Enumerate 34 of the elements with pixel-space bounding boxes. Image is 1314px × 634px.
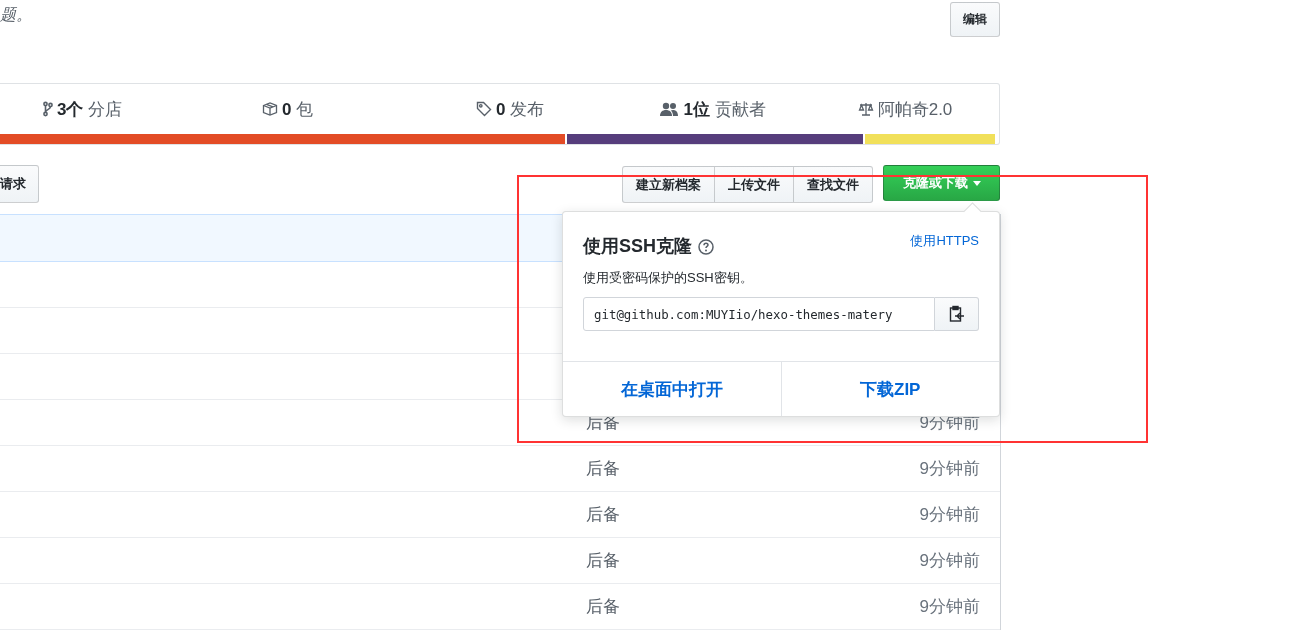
stat-label[interactable]: 0 发布 xyxy=(495,97,545,121)
tag-icon xyxy=(475,101,492,117)
scale-icon xyxy=(857,101,874,117)
popover-action-button[interactable]: 在桌面中打开 xyxy=(563,362,781,416)
edit-button[interactable]: 编辑 xyxy=(950,2,1000,37)
commit-message[interactable]: 后备 xyxy=(586,549,620,572)
package-icon xyxy=(261,101,278,117)
copy-button[interactable] xyxy=(935,297,979,331)
stat-label[interactable]: 阿帕奇2.0 xyxy=(877,97,953,121)
stat-label[interactable]: 0 包 xyxy=(281,97,314,121)
commit-message[interactable]: 后备 xyxy=(586,503,620,526)
file-action-button[interactable]: 查找文件 xyxy=(793,166,873,203)
stat-label[interactable]: 1位 贡献者 xyxy=(683,97,766,121)
popover-description: 使用受密码保护的SSH密钥。 xyxy=(583,269,754,287)
branch-icon xyxy=(42,101,53,117)
commit-message[interactable]: 后备 xyxy=(586,595,620,618)
popover-title: 使用SSH克隆 xyxy=(583,235,692,258)
people-icon xyxy=(659,101,680,117)
file-action-button[interactable]: 上传文件 xyxy=(714,166,794,203)
commit-time: 9分钟前 xyxy=(919,458,980,480)
file-action-button[interactable]: 建立新档案 xyxy=(622,166,715,203)
clone-url-field[interactable]: git@github.com:MUYIio/hexo-themes-matery xyxy=(583,297,935,331)
help-icon[interactable] xyxy=(698,239,714,255)
use-https-link[interactable]: 使用HTTPS xyxy=(910,232,979,250)
clipboard-icon xyxy=(948,305,965,323)
commit-time: 9分钟前 xyxy=(919,504,980,526)
description-text: 题。 xyxy=(0,5,32,25)
caret-icon xyxy=(972,180,981,186)
pull-request-button[interactable]: 请求 xyxy=(0,165,39,203)
commit-time: 9分钟前 xyxy=(919,596,980,618)
popover-action-button[interactable]: 下载ZIP xyxy=(780,362,999,416)
commit-message[interactable]: 后备 xyxy=(586,457,620,480)
stat-label[interactable]: 3个 分店 xyxy=(56,97,123,121)
commit-time: 9分钟前 xyxy=(919,550,980,572)
